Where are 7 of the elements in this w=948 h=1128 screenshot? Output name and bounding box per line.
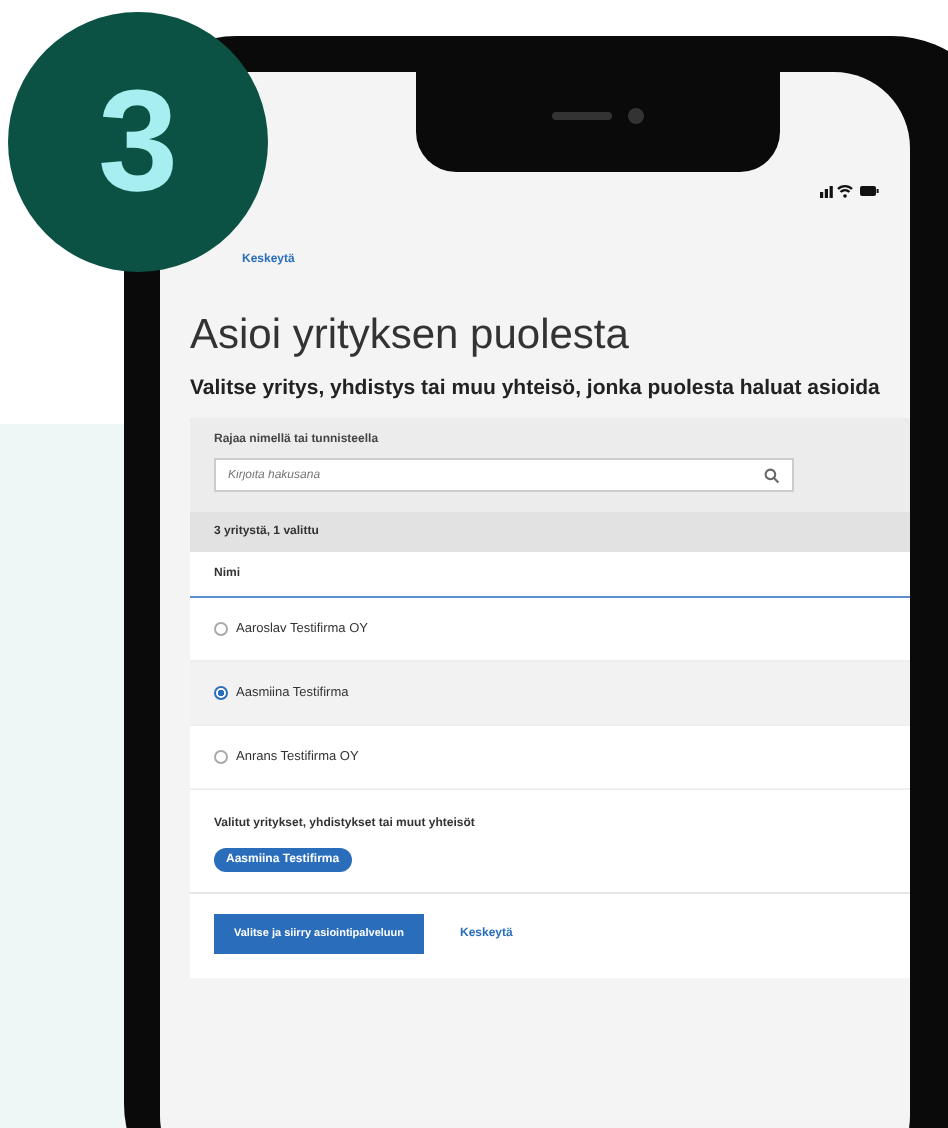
- radio-button[interactable]: [214, 622, 228, 636]
- status-icons: [820, 182, 880, 198]
- page-title: Asioi yrityksen puolesta: [190, 312, 631, 360]
- page-subtitle: Valitse yritys, yhdistys tai muu yhteisö, jonka puolesta haluat asioida: [190, 376, 882, 400]
- search-icon: [764, 467, 780, 483]
- radio-button[interactable]: [214, 686, 228, 700]
- radio-button[interactable]: [214, 750, 228, 764]
